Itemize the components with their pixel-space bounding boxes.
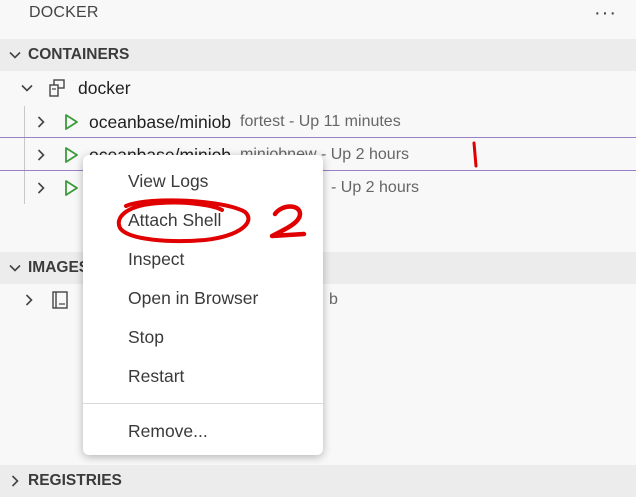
chevron-right-icon xyxy=(31,181,51,195)
menu-item-stop[interactable]: Stop xyxy=(83,320,323,354)
section-images-label: IMAGES xyxy=(28,259,90,276)
menu-item-open-in-browser[interactable]: Open in Browser xyxy=(83,281,323,315)
more-actions-icon[interactable]: ··· xyxy=(594,2,617,25)
play-icon xyxy=(63,146,79,164)
play-icon xyxy=(63,179,79,197)
menu-item-remove[interactable]: Remove... xyxy=(83,414,323,448)
chevron-right-icon xyxy=(31,115,51,129)
container-status: fortest - Up 11 minutes xyxy=(240,113,401,130)
context-menu: View Logs Attach Shell Inspect Open in B… xyxy=(83,155,323,455)
play-icon xyxy=(63,113,79,131)
container-row[interactable]: oceanbase/miniob fortest - Up 11 minutes xyxy=(0,106,636,138)
section-registries-header[interactable]: REGISTRIES xyxy=(0,465,636,497)
panel-title: DOCKER xyxy=(29,4,99,21)
image-repository-icon xyxy=(51,290,69,310)
chevron-down-icon xyxy=(17,81,37,95)
containers-group-icon xyxy=(47,78,67,98)
chevron-right-icon xyxy=(31,148,51,162)
chevron-right-icon xyxy=(4,474,26,488)
tree-group-docker[interactable]: docker xyxy=(0,72,636,104)
menu-item-inspect[interactable]: Inspect xyxy=(83,242,323,276)
chevron-right-icon xyxy=(19,293,39,307)
menu-separator xyxy=(83,403,323,404)
highlight-line-top xyxy=(0,137,636,138)
chevron-down-icon xyxy=(4,48,26,62)
menu-item-attach-shell[interactable]: Attach Shell xyxy=(83,203,323,237)
chevron-down-icon xyxy=(4,261,26,275)
menu-item-restart[interactable]: Restart xyxy=(83,359,323,393)
container-status: - Up 2 hours xyxy=(331,179,420,196)
containers-group-label: docker xyxy=(78,77,131,98)
container-name: oceanbase/miniob xyxy=(89,111,232,132)
section-containers-label: CONTAINERS xyxy=(28,46,130,63)
section-registries-label: REGISTRIES xyxy=(28,472,122,489)
menu-item-view-logs[interactable]: View Logs xyxy=(83,164,323,198)
section-containers-header[interactable]: CONTAINERS xyxy=(0,39,636,71)
image-tag: b xyxy=(329,291,338,308)
